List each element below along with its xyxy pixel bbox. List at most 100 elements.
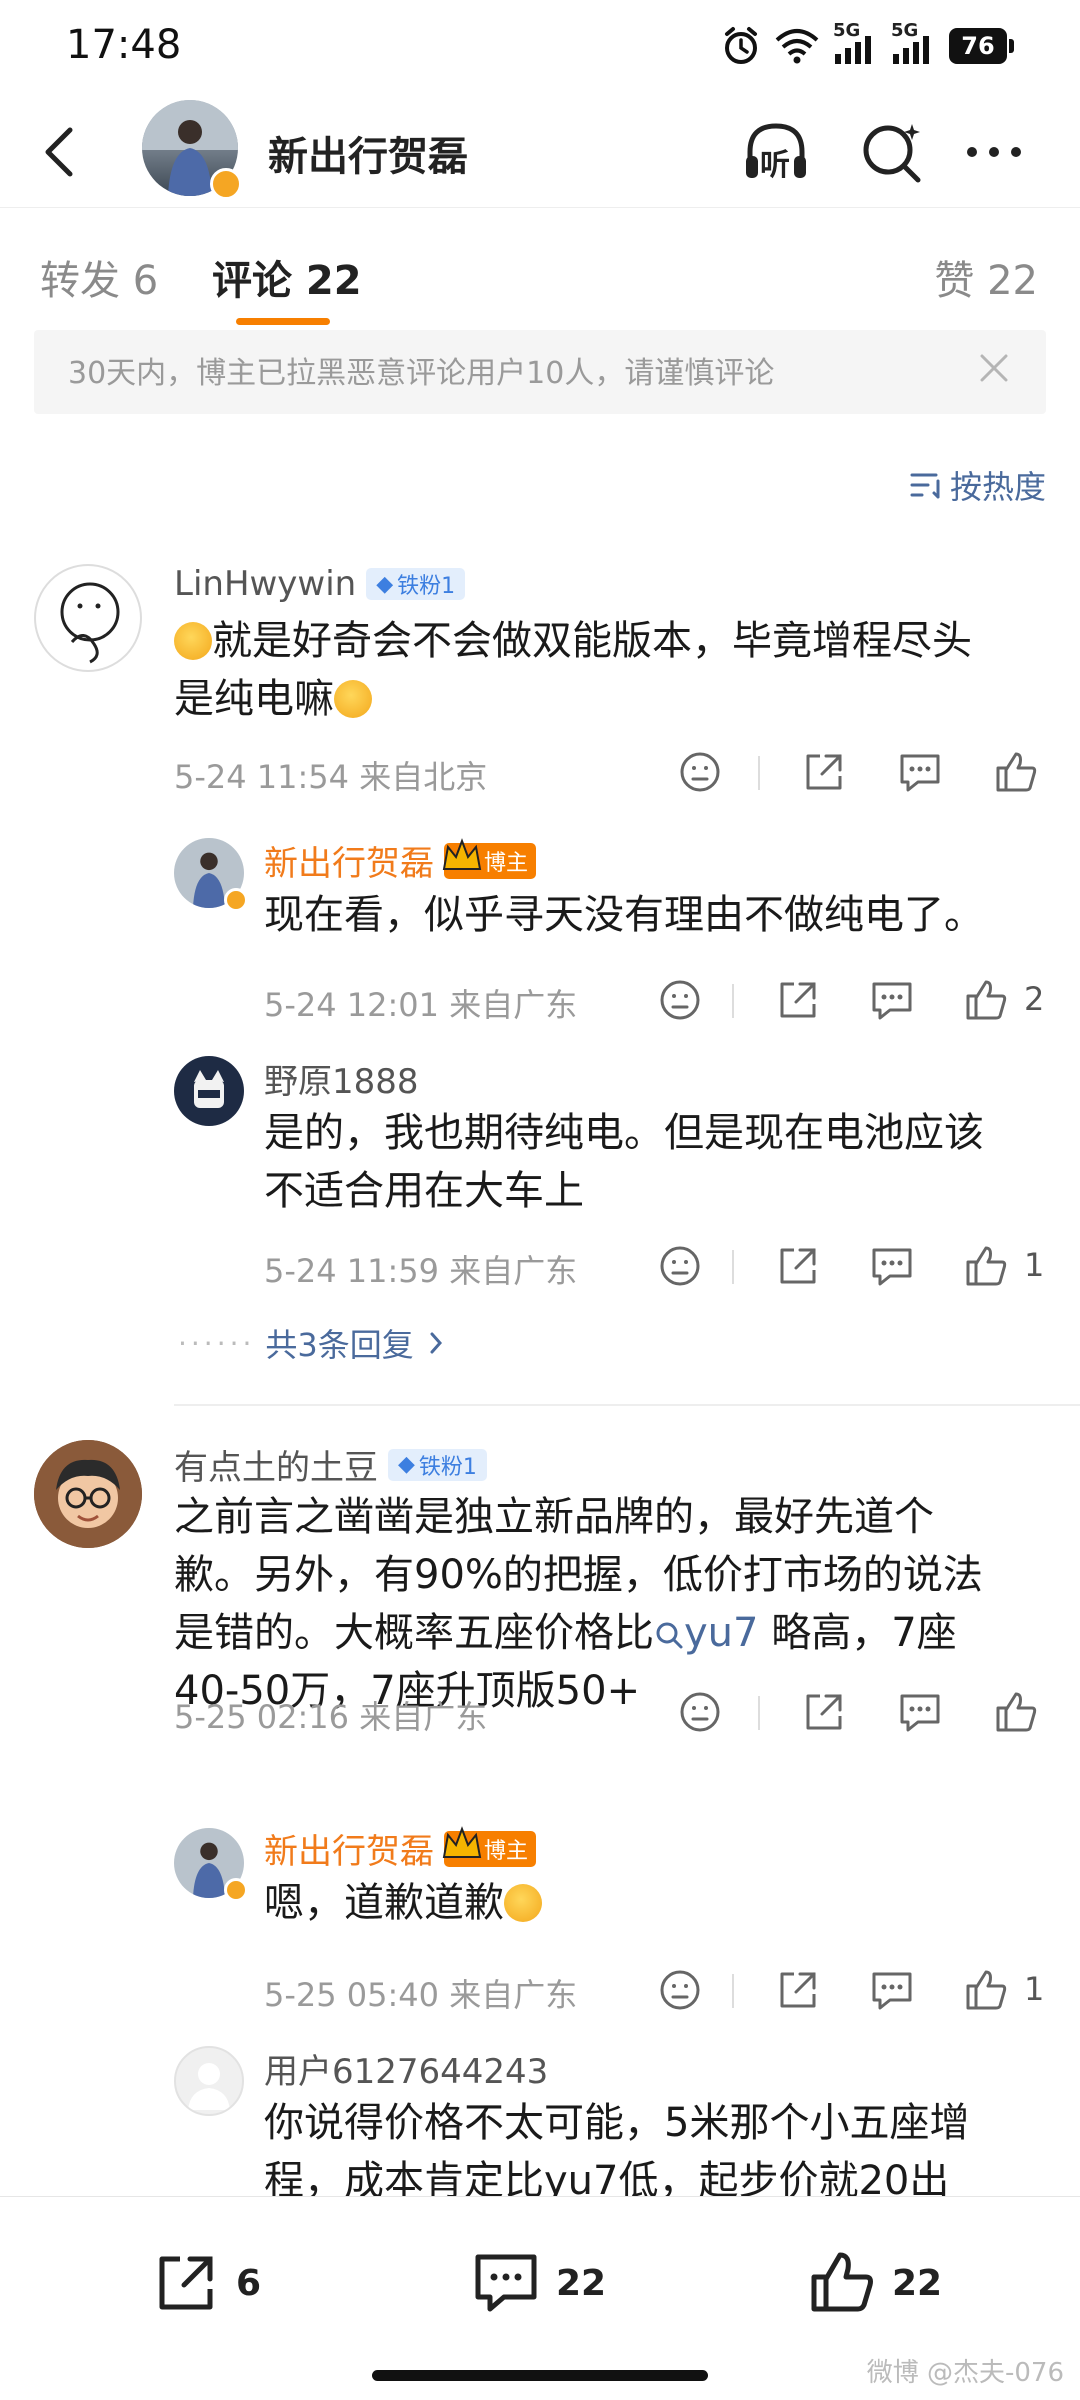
like-thumb-icon[interactable] bbox=[958, 1962, 1014, 2018]
dislike-face-icon[interactable] bbox=[652, 1962, 708, 2018]
dislike-face-icon[interactable] bbox=[672, 744, 728, 800]
drooling-face-emoji-icon bbox=[334, 680, 372, 718]
reply-avatar[interactable] bbox=[174, 1828, 248, 1902]
reply-text[interactable]: 嗯，道歉道歉 bbox=[264, 1874, 1044, 1932]
blogger-badge-label: 博主 bbox=[484, 850, 529, 876]
reply-text[interactable]: 现在看，似乎寻天没有理由不做纯电了。 bbox=[264, 886, 1044, 944]
reply-avatar[interactable] bbox=[174, 2046, 244, 2116]
status-bar: 17:48 5G 5G 76 bbox=[0, 0, 1080, 96]
sort-label: 按热度 bbox=[949, 468, 1046, 506]
reply-icon[interactable] bbox=[864, 1962, 920, 2018]
tab-comments[interactable]: 评论 22 bbox=[212, 248, 362, 306]
notice-banner: 30天内，博主已拉黑恶意评论用户10人，请谨慎评论 bbox=[34, 330, 1046, 414]
reply-icon[interactable] bbox=[864, 1238, 920, 1294]
fan-badge-label: 铁粉1 bbox=[397, 574, 456, 599]
reply-icon[interactable] bbox=[864, 972, 920, 1028]
commenter-name[interactable]: LinHwywin bbox=[174, 564, 356, 604]
reply-name-row: 用户6127644243 bbox=[264, 2044, 548, 2093]
commenter-name[interactable]: 有点土的土豆 bbox=[174, 1440, 378, 1489]
battery-indicator: 76 bbox=[949, 28, 1014, 64]
tab-bar: 转发 6 评论 22 赞 22 bbox=[0, 208, 1080, 332]
action-separator bbox=[732, 1974, 734, 2008]
share-icon[interactable] bbox=[796, 1684, 852, 1740]
share-icon[interactable] bbox=[770, 1238, 826, 1294]
verified-badge-icon bbox=[224, 888, 248, 912]
dislike-face-icon[interactable] bbox=[652, 1238, 708, 1294]
crown-icon bbox=[442, 1825, 482, 1858]
like-count: 1 bbox=[1024, 1246, 1045, 1284]
page-title: 新出行贺磊 bbox=[268, 134, 468, 180]
reply-user-name[interactable]: 新出行贺磊 bbox=[264, 836, 434, 885]
reply-user-name[interactable]: 新出行贺磊 bbox=[264, 1824, 434, 1873]
comment-actions bbox=[670, 1684, 1050, 1744]
wifi-icon bbox=[775, 29, 819, 64]
verified-badge-icon bbox=[224, 1878, 248, 1902]
reply-user-name[interactable]: 野原1888 bbox=[264, 1054, 419, 1103]
dislike-face-icon[interactable] bbox=[652, 972, 708, 1028]
reply-avatar[interactable] bbox=[174, 838, 248, 912]
dislike-face-icon[interactable] bbox=[672, 1684, 728, 1740]
status-icons: 5G 5G 76 bbox=[721, 20, 1014, 66]
reply-meta: 5-24 11:59 来自广东 bbox=[264, 1252, 578, 1290]
reply-name-row: 新出行贺磊 博主 bbox=[264, 836, 537, 885]
commenter-name-row: 有点土的土豆 ◆ 铁粉1 bbox=[174, 1440, 487, 1489]
close-icon[interactable] bbox=[972, 346, 1016, 390]
search-icon bbox=[656, 1622, 683, 1649]
tab-reposts[interactable]: 转发 6 bbox=[40, 248, 158, 306]
reply-user-name[interactable]: 用户6127644243 bbox=[264, 2044, 548, 2093]
comment-divider bbox=[174, 1404, 1080, 1406]
search-topic-link[interactable]: yu7 bbox=[654, 1610, 758, 1656]
more-dots-icon[interactable] bbox=[958, 116, 1030, 188]
comment-button[interactable]: 22 bbox=[470, 2247, 606, 2319]
like-thumb-icon[interactable] bbox=[988, 744, 1044, 800]
status-time: 17:48 bbox=[66, 22, 182, 68]
chevron-right-icon bbox=[430, 1332, 442, 1354]
doodle-avatar-image bbox=[60, 582, 120, 664]
crown-icon bbox=[442, 837, 482, 870]
blogger-badge: 博主 bbox=[442, 1825, 537, 1867]
tab-likes[interactable]: 赞 22 bbox=[934, 248, 1038, 306]
commenter-avatar[interactable] bbox=[34, 564, 142, 672]
like-thumb-icon[interactable] bbox=[958, 1238, 1014, 1294]
like-button[interactable]: 22 bbox=[806, 2247, 942, 2319]
blogger-badge: 博主 bbox=[442, 837, 537, 879]
cartoon-boy-avatar-image bbox=[34, 1440, 142, 1548]
commenter-avatar[interactable] bbox=[34, 1440, 142, 1548]
home-indicator[interactable] bbox=[372, 2370, 708, 2381]
reply-icon[interactable] bbox=[892, 744, 948, 800]
listen-button[interactable]: 听 bbox=[740, 116, 812, 188]
like-thumb-icon[interactable] bbox=[958, 972, 1014, 1028]
reply-avatar[interactable] bbox=[174, 1056, 244, 1126]
repost-button[interactable]: 6 bbox=[150, 2247, 261, 2319]
post-header: 新出行贺磊 听 bbox=[0, 96, 1080, 208]
more-replies-link[interactable]: ······ 共3条回复 bbox=[178, 1320, 448, 1366]
battery-tip bbox=[1009, 39, 1014, 53]
signal-5g-icon-1: 5G bbox=[833, 20, 877, 66]
like-thumb-icon[interactable] bbox=[988, 1684, 1044, 1740]
search-spark-icon[interactable] bbox=[856, 116, 928, 188]
like-thumb-icon bbox=[811, 2252, 873, 2312]
comment-text-line-2: 歉。另外，有90%的把握，低价打市场的说法 bbox=[174, 1552, 983, 1598]
reply-text[interactable]: 你说得价格不太可能，5米那个小五座增 程，成本肯定比yu7低，起步价就20出 bbox=[264, 2094, 1054, 2196]
reply-text[interactable]: 是的，我也期待纯电。但是现在电池应该 不适合用在大车上 bbox=[264, 1104, 1054, 1220]
reply-icon[interactable] bbox=[892, 1684, 948, 1740]
dots-decoration: ······ bbox=[178, 1326, 256, 1360]
like-count: 1 bbox=[1024, 1970, 1045, 2008]
like-count: 2 bbox=[1024, 980, 1045, 1018]
back-arrow-icon[interactable] bbox=[30, 120, 94, 184]
signal-5g-icon-2: 5G bbox=[891, 20, 935, 66]
sort-button[interactable]: 按热度 bbox=[908, 462, 1046, 508]
reply-text-content: 嗯，道歉道歉 bbox=[264, 1880, 504, 1926]
share-icon[interactable] bbox=[770, 1962, 826, 2018]
share-icon[interactable] bbox=[770, 972, 826, 1028]
search-topic-label: yu7 bbox=[684, 1610, 759, 1656]
notice-text: 30天内，博主已拉黑恶意评论用户10人，请谨慎评论 bbox=[68, 356, 775, 391]
share-icon[interactable] bbox=[796, 744, 852, 800]
reply-text-line-2: 不适合用在大车上 bbox=[264, 1168, 584, 1214]
comment-text[interactable]: 就是好奇会不会做双能版本，毕竟增程尽头 是纯电嘛 bbox=[174, 612, 1044, 728]
blogger-avatar[interactable] bbox=[142, 100, 242, 200]
fan-badge: ◆ 铁粉1 bbox=[366, 568, 466, 600]
sort-icon bbox=[910, 473, 940, 499]
diamond-icon: ◆ bbox=[376, 571, 394, 597]
tongue-out-emoji-icon bbox=[504, 1884, 542, 1922]
